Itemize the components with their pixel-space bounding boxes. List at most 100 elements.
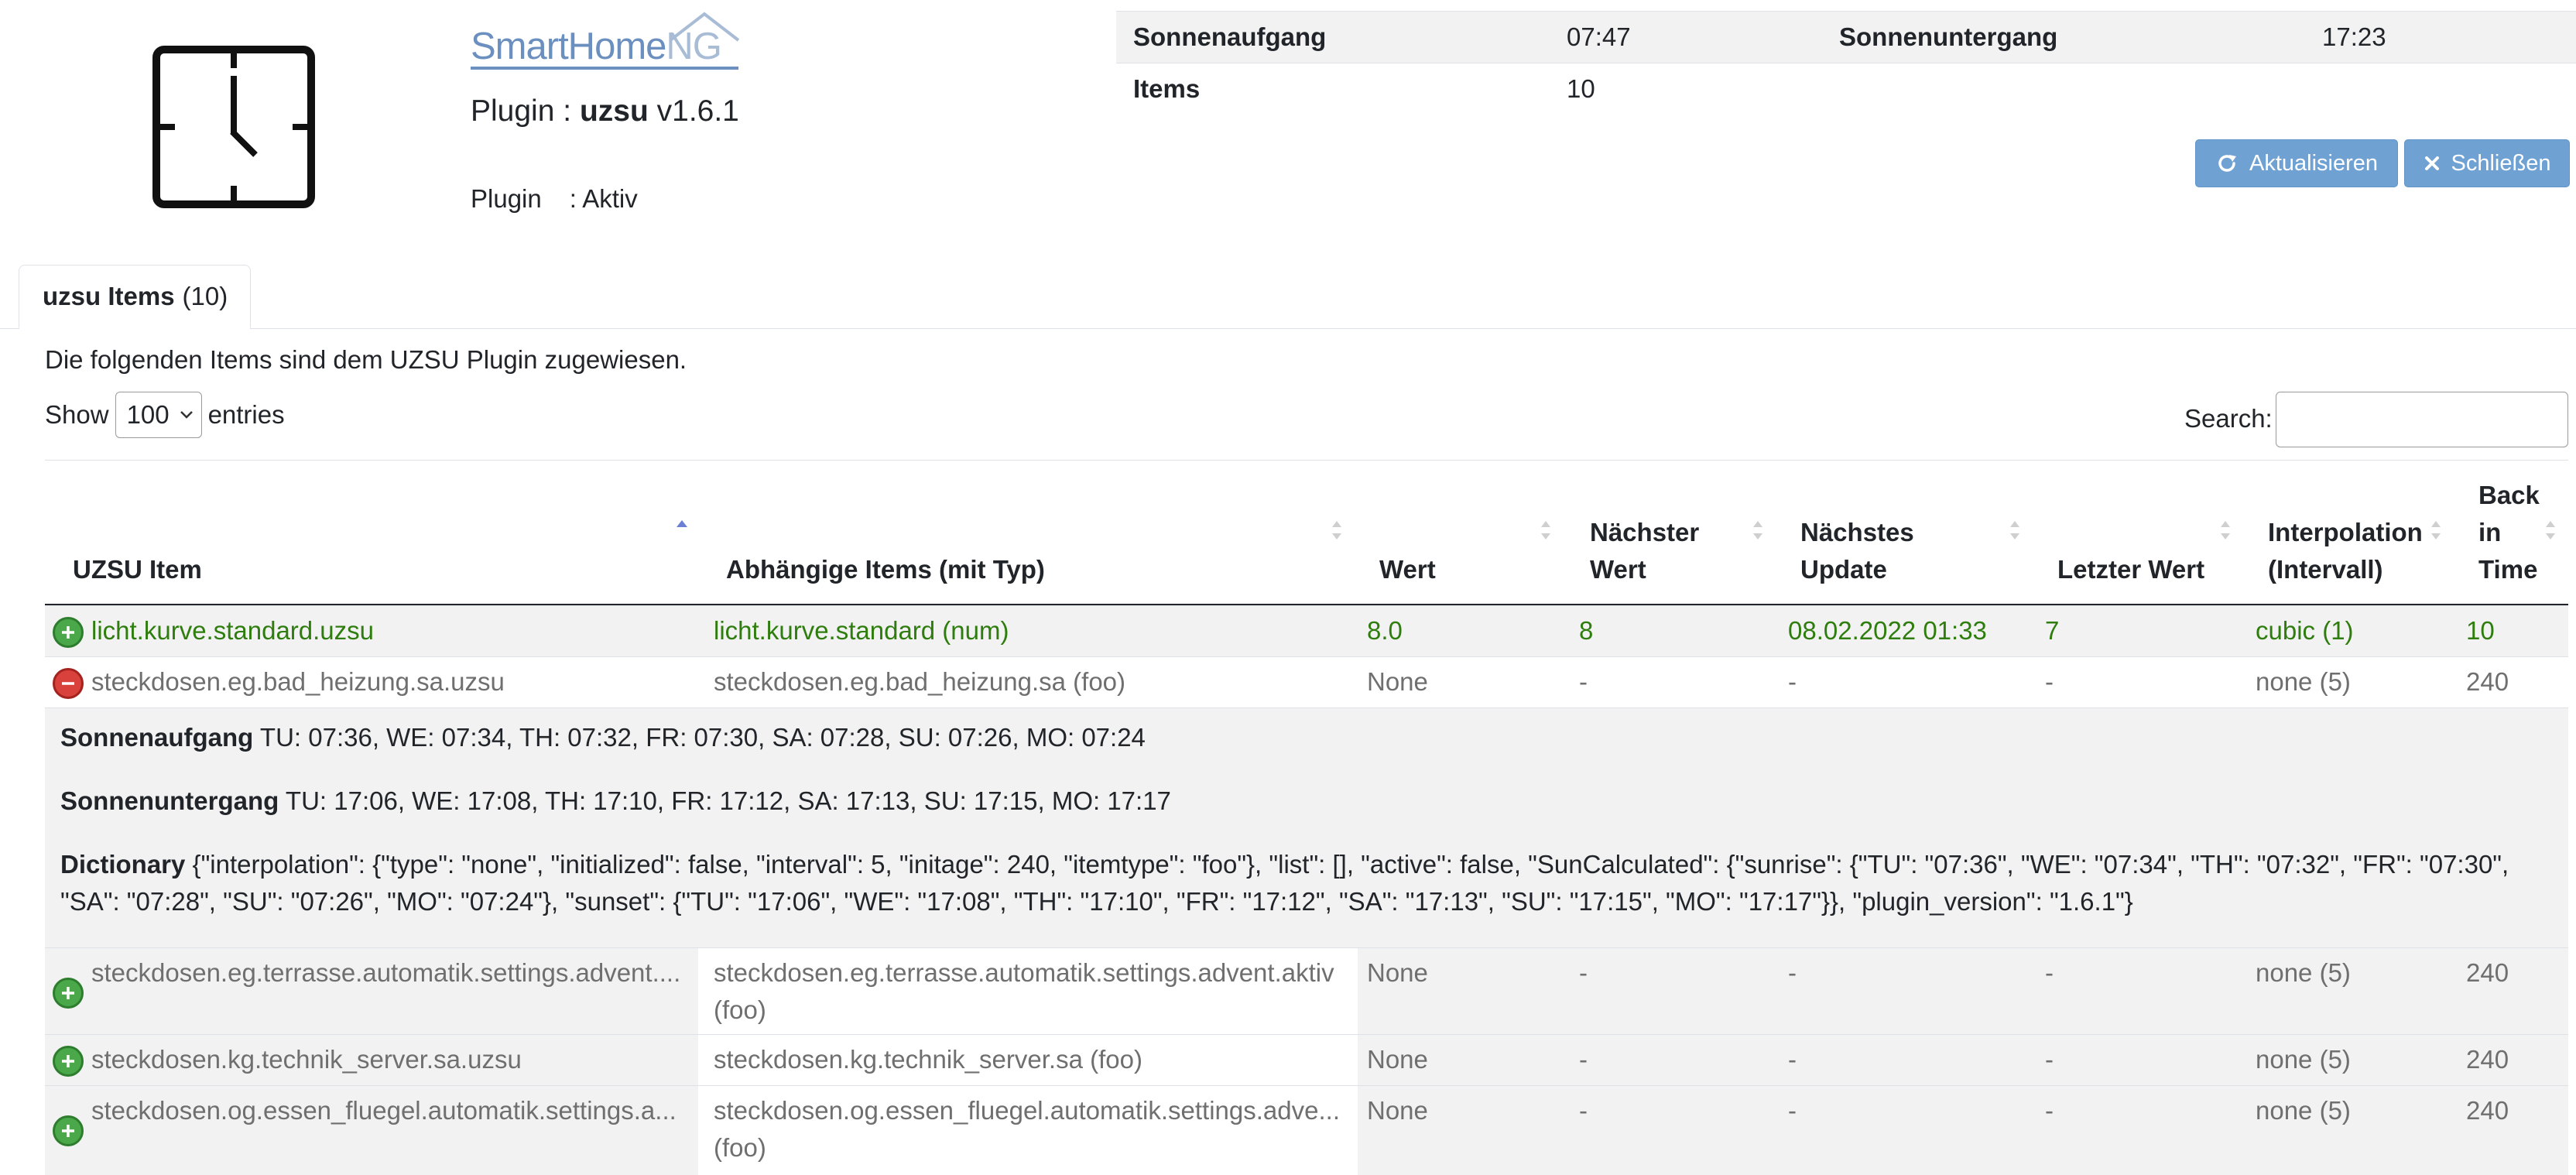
cell-next-update: - (1788, 1045, 1797, 1074)
tab-uzsu-items[interactable]: uzsu Items (10) (19, 265, 251, 328)
sort-both-icon (1753, 521, 1762, 540)
cell-dependent-type: (foo) (714, 1133, 766, 1162)
cell-next-value: - (1579, 1045, 1588, 1074)
cell-interpolation: none (5) (2256, 667, 2351, 696)
logo-text-main: SmartHome (471, 26, 666, 67)
logo-underline (471, 67, 738, 70)
plugin-title: Plugin : uzsu v1.6.1 (471, 94, 739, 128)
plugin-title-prefix: Plugin : (471, 94, 572, 128)
entries-select[interactable]: 100 (115, 392, 202, 438)
search-input[interactable] (2276, 392, 2568, 447)
header-next-value[interactable]: Nächster Wert (1590, 514, 1699, 588)
sort-both-icon (2221, 521, 2230, 540)
tab-description: Die folgenden Items sind dem UZSU Plugin… (45, 345, 687, 374)
cell-value: None (1367, 667, 1428, 696)
table-row[interactable]: steckdosen.kg.technik_server.sa.uzsu ste… (45, 1034, 2568, 1085)
cell-value: None (1367, 1045, 1428, 1074)
header-uzsu-item[interactable]: UZSU Item (73, 551, 202, 588)
plus-circle-icon[interactable] (53, 1046, 84, 1077)
show-label: Show (45, 400, 109, 429)
detail-dictionary: Dictionary {"interpolation": {"type": "n… (60, 850, 2509, 879)
sort-both-icon (2546, 521, 2555, 540)
length-control: Show 100 entries (45, 392, 285, 438)
cell-next-update: - (1788, 667, 1797, 696)
cell-dependent: steckdosen.eg.bad_heizung.sa (foo) (714, 667, 1126, 696)
refresh-icon (2218, 155, 2236, 172)
close-button-label: Schließen (2451, 150, 2551, 176)
tab-bar-divider (0, 328, 2576, 329)
table-row[interactable]: steckdosen.eg.bad_heizung.sa.uzsu steckd… (45, 656, 2568, 707)
header-next-update[interactable]: Nächstes Update (1800, 514, 1914, 588)
cell-interpolation: none (5) (2256, 958, 2351, 987)
smarthomeng-logo: SmartHomeNG (469, 11, 740, 74)
cell-next-value: - (1579, 1096, 1588, 1125)
cell-dependent-type: (foo) (714, 995, 766, 1024)
search-label: Search: (2184, 404, 2273, 433)
cell-dependent: steckdosen.kg.technik_server.sa (foo) (714, 1045, 1142, 1074)
cell-interpolation: none (5) (2256, 1096, 2351, 1125)
detail-dictionary-cont: "SA": "07:28", "SU": "07:26", "MO": "07:… (60, 887, 2133, 916)
plus-circle-icon[interactable] (53, 617, 84, 648)
cell-back-in-time: 240 (2466, 1096, 2509, 1125)
cell-back-in-time: 240 (2466, 958, 2509, 987)
cell-item: steckdosen.eg.terrasse.automatik.setting… (91, 958, 681, 987)
info-row-sun: Sonnenaufgang 07:47 Sonnenuntergang 17:2… (1116, 11, 2576, 63)
header-last-value[interactable]: Letzter Wert (2057, 551, 2204, 588)
detail-sunrise: Sonnenaufgang TU: 07:36, WE: 07:34, TH: … (60, 723, 1146, 752)
sort-both-icon (1332, 521, 1341, 540)
cell-interpolation: none (5) (2256, 1045, 2351, 1074)
cell-last-value: 7 (2045, 616, 2060, 645)
plugin-info-table: Sonnenaufgang 07:47 Sonnenuntergang 17:2… (1116, 11, 2576, 115)
sunrise-value: 07:47 (1550, 11, 1822, 63)
sort-both-icon (2010, 521, 2019, 540)
cell-next-update: 08.02.2022 01:33 (1788, 616, 1987, 645)
table-row[interactable]: steckdosen.eg.terrasse.automatik.setting… (45, 947, 2568, 1034)
cell-dependent: licht.kurve.standard (num) (714, 616, 1009, 645)
cell-value: None (1367, 958, 1428, 987)
sort-asc-icon (677, 520, 687, 527)
info-row-items: Items 10 (1116, 63, 2576, 115)
cell-dependent: steckdosen.og.essen_fluegel.automatik.se… (714, 1096, 1340, 1125)
cell-value: 8.0 (1367, 616, 1403, 645)
header-back-in-time[interactable]: Back in Time (2478, 477, 2540, 588)
cell-next-value: 8 (1579, 616, 1594, 645)
plugin-version: v1.6.1 (656, 94, 739, 128)
sunrise-label: Sonnenaufgang (1116, 11, 1550, 63)
cell-value: None (1367, 1096, 1428, 1125)
cell-item: steckdosen.og.essen_fluegel.automatik.se… (91, 1096, 677, 1125)
table-row[interactable]: steckdosen.og.essen_fluegel.automatik.se… (45, 1085, 2568, 1175)
tab-label: uzsu Items (43, 282, 175, 310)
cell-next-value: - (1579, 958, 1588, 987)
header-value[interactable]: Wert (1379, 551, 1436, 588)
cell-next-update: - (1788, 958, 1797, 987)
cell-item: steckdosen.kg.technik_server.sa.uzsu (91, 1045, 522, 1074)
chevron-down-icon (180, 411, 193, 419)
cell-last-value: - (2045, 958, 2054, 987)
header-interpolation[interactable]: Interpolation (Intervall) (2268, 514, 2423, 588)
sunset-label: Sonnenuntergang (1822, 11, 2305, 63)
cell-interpolation: cubic (1) (2256, 616, 2354, 645)
cell-item: steckdosen.eg.bad_heizung.sa.uzsu (91, 667, 505, 696)
items-value: 10 (1567, 74, 1595, 103)
detail-sunset: Sonnenuntergang TU: 17:06, WE: 17:08, TH… (60, 786, 1171, 815)
logo-text-suffix: NG (666, 26, 721, 67)
plus-circle-icon[interactable] (53, 1115, 84, 1146)
refresh-button[interactable]: Aktualisieren (2195, 139, 2398, 187)
close-icon (2424, 156, 2439, 170)
clock-icon (152, 46, 315, 208)
table-row[interactable]: licht.kurve.standard.uzsu licht.kurve.st… (45, 605, 2568, 656)
entries-label: entries (207, 400, 285, 429)
close-button[interactable]: Schließen (2404, 139, 2570, 187)
tab-count: (10) (182, 282, 228, 310)
plus-circle-icon[interactable] (53, 978, 84, 1009)
plugin-name: uzsu (579, 94, 649, 128)
sunset-value: 17:23 (2305, 11, 2576, 63)
header-dependent-items[interactable]: Abhängige Items (mit Typ) (726, 551, 1045, 588)
cell-last-value: - (2045, 1096, 2054, 1125)
sort-both-icon (2431, 521, 2441, 540)
minus-circle-icon[interactable] (53, 668, 84, 699)
cell-dependent: steckdosen.eg.terrasse.automatik.setting… (714, 958, 1334, 987)
plugin-status-label: Plugin (471, 184, 542, 213)
cell-next-value: - (1579, 667, 1588, 696)
plugin-status: Plugin: Aktiv (471, 184, 638, 214)
